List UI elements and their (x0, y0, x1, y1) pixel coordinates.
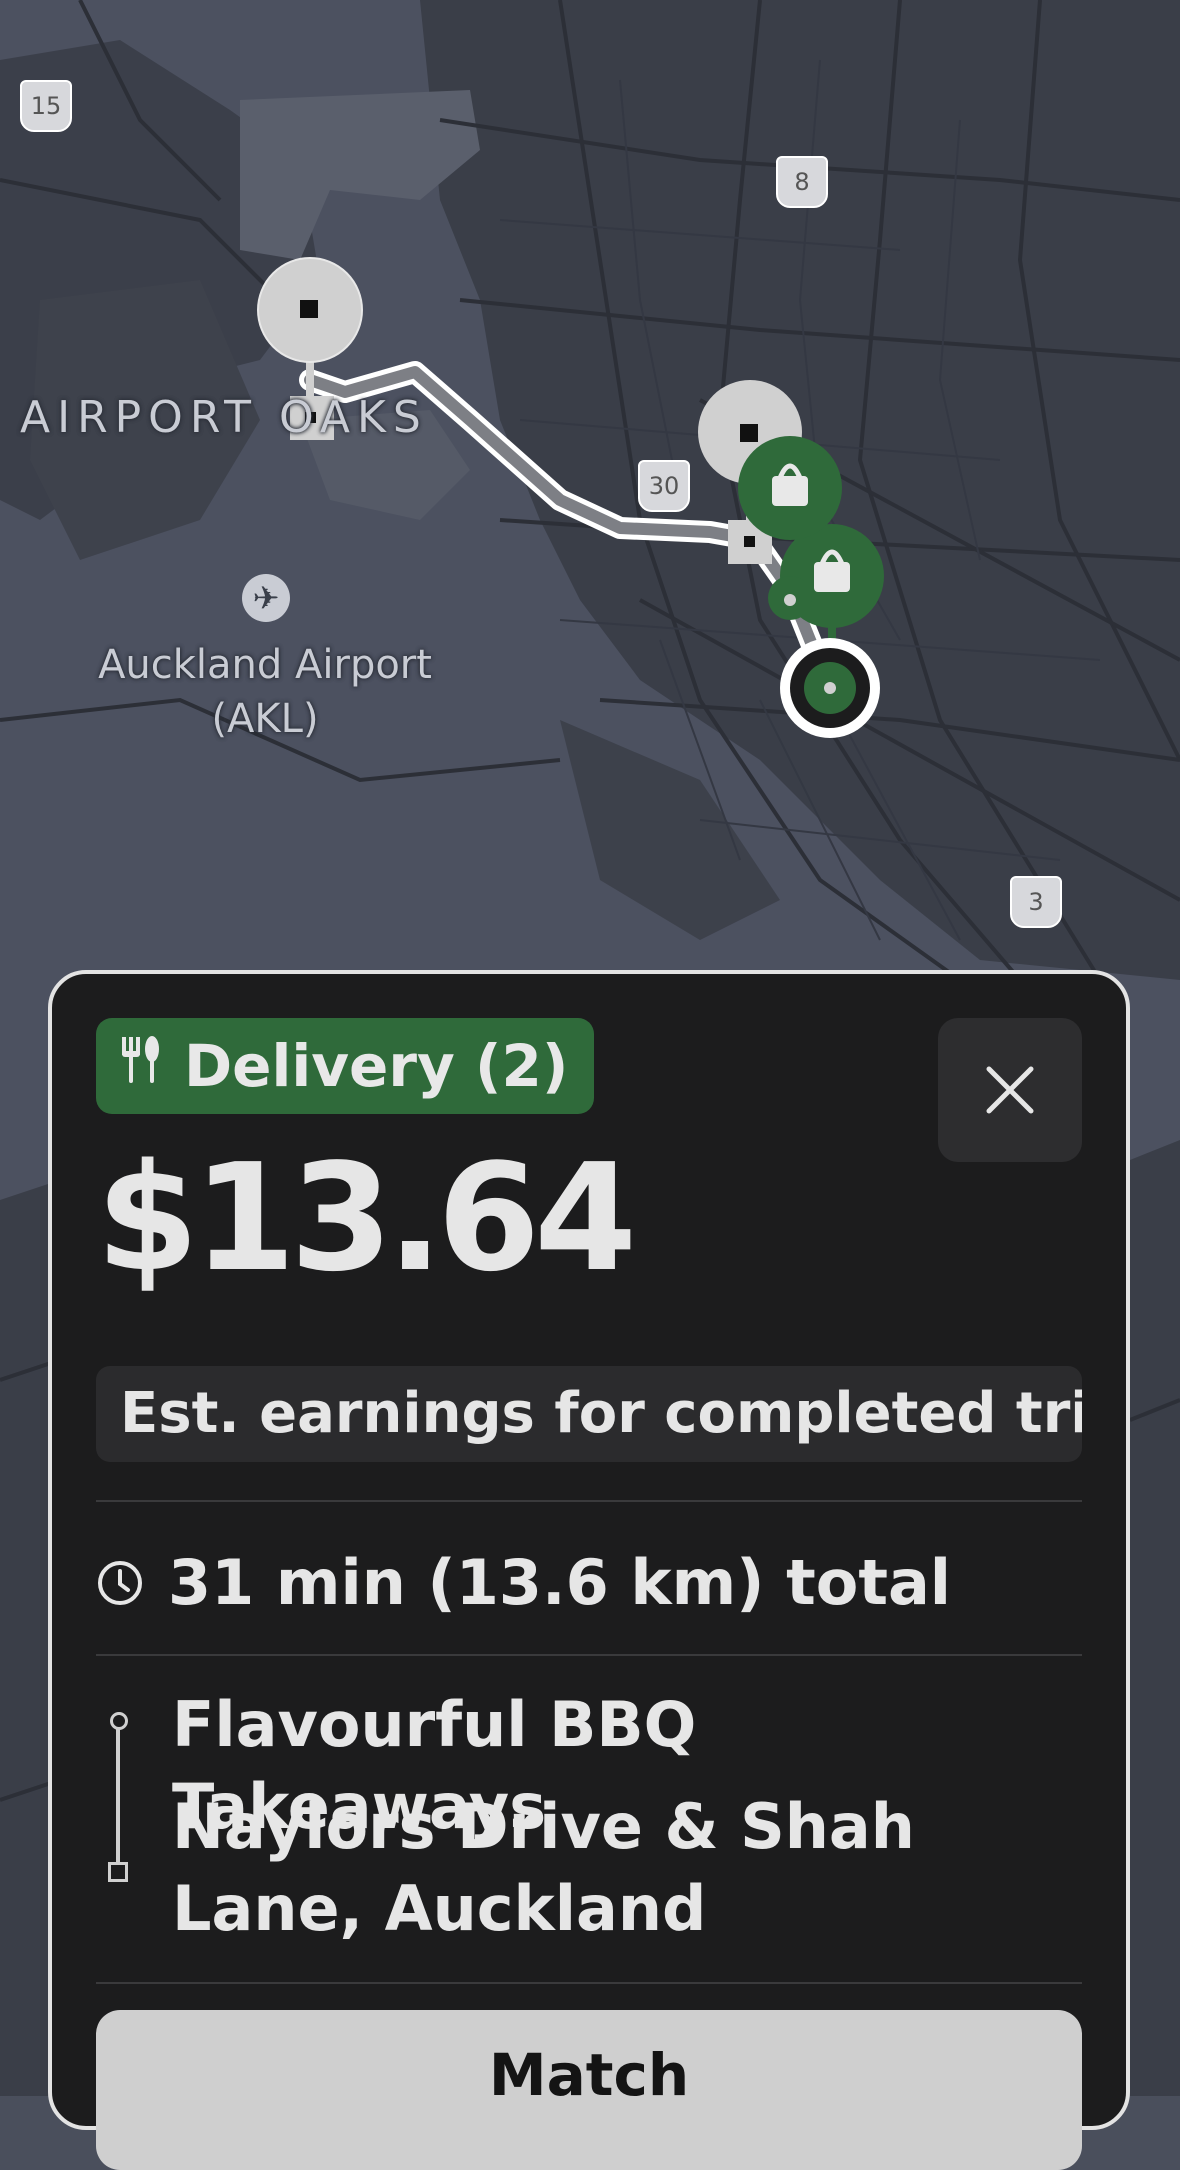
dropoff-marker-icon (108, 1862, 128, 1882)
route-shield: 8 (776, 156, 828, 208)
pickup-marker-icon (110, 1712, 128, 1730)
delivery-tag-label: Delivery (2) (184, 1032, 569, 1100)
airplane-icon: ✈ (242, 574, 290, 622)
divider (96, 1982, 1082, 1984)
navigation-arrow-icon (780, 638, 880, 738)
route-shield: 15 (20, 80, 72, 132)
earnings-note: Est. earnings for completed trip (96, 1366, 1082, 1462)
trip-offer-card: Delivery (2) $13.64 Est. earnings for co… (48, 970, 1130, 2170)
divider (96, 1654, 1082, 1656)
dropoff-address: Naylors Drive & Shah Lane, Auckland (172, 1790, 915, 1945)
route-shield: 3 (1010, 876, 1062, 928)
close-icon (986, 1066, 1034, 1114)
shopping-bag-icon[interactable] (738, 436, 842, 540)
divider (96, 1500, 1082, 1502)
route-shield: 30 (638, 460, 690, 512)
time-summary: 31 min (13.6 km) total (168, 1546, 952, 1619)
area-label: AIRPORT OAKS (20, 392, 428, 443)
cutlery-icon (118, 1035, 162, 1097)
clock-icon (98, 1560, 142, 1605)
close-button[interactable] (938, 1018, 1082, 1162)
offer-price: $13.64 (96, 1132, 637, 1304)
route-connector (116, 1716, 120, 1866)
airport-label: Auckland Airport (AKL) (98, 642, 432, 742)
time-row: 31 min (13.6 km) total (96, 1546, 951, 1619)
delivery-tag: Delivery (2) (96, 1018, 595, 1114)
match-button[interactable]: Match (96, 2010, 1082, 2170)
